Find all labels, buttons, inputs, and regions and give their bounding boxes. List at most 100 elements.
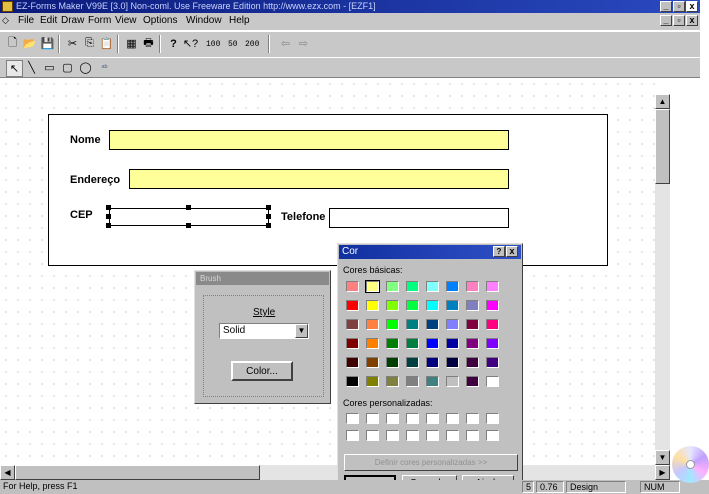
menu-help[interactable]: Help [229, 15, 250, 26]
hscroll-thumb[interactable] [15, 465, 260, 480]
field-telefone[interactable] [329, 208, 509, 228]
color-title-bar[interactable]: Cor ? x [339, 245, 521, 259]
undo-icon[interactable]: ⇦ [278, 36, 293, 51]
doc-close-button[interactable]: x [686, 15, 698, 26]
color-swatch[interactable] [346, 300, 359, 311]
color-swatch[interactable] [386, 376, 399, 387]
field-nome[interactable] [109, 130, 509, 150]
color-swatch[interactable] [386, 357, 399, 368]
custom-color-swatch[interactable] [486, 413, 499, 424]
color-swatch[interactable] [365, 280, 380, 293]
custom-color-swatch[interactable] [426, 413, 439, 424]
help-icon[interactable]: ? [166, 36, 181, 51]
redo-icon[interactable]: ⇨ [296, 36, 311, 51]
app-icon[interactable] [2, 1, 13, 12]
doc-restore-button[interactable]: ▫ [673, 15, 685, 26]
custom-color-swatch[interactable] [406, 413, 419, 424]
color-swatch[interactable] [406, 281, 419, 292]
menu-options[interactable]: Options [143, 15, 177, 26]
custom-color-swatch[interactable] [486, 430, 499, 441]
color-swatch[interactable] [426, 376, 439, 387]
custom-color-swatch[interactable] [446, 413, 459, 424]
scroll-right-button[interactable]: ▶ [655, 465, 670, 480]
resize-handle[interactable] [106, 223, 111, 228]
color-swatch[interactable] [386, 300, 399, 311]
custom-color-swatch[interactable] [346, 413, 359, 424]
resize-handle[interactable] [106, 214, 111, 219]
scroll-thumb[interactable] [655, 109, 670, 184]
color-swatch[interactable] [486, 376, 499, 387]
color-swatch[interactable] [406, 338, 419, 349]
color-swatch[interactable] [426, 357, 439, 368]
custom-color-swatch[interactable] [466, 430, 479, 441]
color-swatch[interactable] [406, 319, 419, 330]
menu-form[interactable]: Form [88, 15, 111, 26]
line-tool-icon[interactable]: ╲ [24, 60, 39, 75]
color-swatch[interactable] [486, 357, 499, 368]
custom-color-swatch[interactable] [366, 430, 379, 441]
color-swatch[interactable] [426, 300, 439, 311]
scroll-left-button[interactable]: ◀ [0, 465, 15, 480]
doc-minimize-button[interactable]: _ [660, 15, 672, 26]
color-swatch[interactable] [346, 319, 359, 330]
color-swatch[interactable] [386, 338, 399, 349]
color-swatch[interactable] [346, 357, 359, 368]
close-icon[interactable]: x [506, 246, 518, 257]
open-icon[interactable]: 📂 [22, 36, 37, 51]
color-swatch[interactable] [346, 281, 359, 292]
rectangle-tool-icon[interactable]: ▭ [42, 60, 57, 75]
minimize-button[interactable]: _ [660, 1, 672, 12]
print-icon[interactable]: 🖶 [141, 36, 156, 51]
brush-title-bar[interactable]: Brush [196, 272, 329, 285]
scroll-up-button[interactable]: ▲ [655, 94, 670, 109]
vertical-scrollbar[interactable]: ▲ ▼ [655, 94, 670, 465]
zoom-50-button[interactable]: 50 [228, 40, 238, 49]
color-swatch[interactable] [426, 338, 439, 349]
chevron-down-icon[interactable]: ▼ [295, 324, 308, 338]
color-swatch[interactable] [366, 376, 379, 387]
custom-color-swatch[interactable] [446, 430, 459, 441]
color-swatch[interactable] [446, 376, 459, 387]
resize-handle[interactable] [186, 205, 191, 210]
zoom-100-button[interactable]: 100 [206, 40, 220, 49]
custom-color-swatch[interactable] [426, 430, 439, 441]
color-swatch[interactable] [486, 319, 499, 330]
color-swatch[interactable] [466, 281, 479, 292]
close-button[interactable]: x [686, 1, 698, 12]
scroll-down-button[interactable]: ▼ [655, 450, 670, 465]
color-swatch[interactable] [466, 300, 479, 311]
form-frame[interactable]: Nome Endereço CEP Telefone [48, 114, 608, 266]
color-swatch[interactable] [406, 300, 419, 311]
color-swatch[interactable] [446, 319, 459, 330]
context-help-icon[interactable]: ↖? [183, 36, 198, 51]
help-icon[interactable]: ? [493, 246, 505, 257]
color-swatch[interactable] [466, 338, 479, 349]
color-swatch[interactable] [446, 281, 459, 292]
color-swatch[interactable] [466, 357, 479, 368]
menu-edit[interactable]: Edit [40, 15, 57, 26]
zoom-200-button[interactable]: 200 [245, 40, 259, 49]
color-swatch[interactable] [466, 319, 479, 330]
resize-handle[interactable] [186, 223, 191, 228]
custom-color-swatch[interactable] [386, 430, 399, 441]
color-swatch[interactable] [386, 319, 399, 330]
color-swatch[interactable] [386, 281, 399, 292]
cut-icon[interactable]: ✂ [65, 36, 80, 51]
rounded-rect-tool-icon[interactable]: ▢ [60, 60, 75, 75]
color-swatch[interactable] [426, 319, 439, 330]
preview-icon[interactable]: ▦ [124, 36, 139, 51]
horizontal-scrollbar[interactable]: ◀ ▶ [0, 465, 670, 480]
color-swatch[interactable] [366, 300, 379, 311]
color-swatch[interactable] [446, 300, 459, 311]
color-swatch[interactable] [366, 338, 379, 349]
custom-color-swatch[interactable] [386, 413, 399, 424]
resize-handle[interactable] [266, 205, 271, 210]
ellipse-tool-icon[interactable]: ◯ [78, 60, 93, 75]
custom-color-swatch[interactable] [466, 413, 479, 424]
field-endereco[interactable] [129, 169, 509, 189]
save-icon[interactable]: 💾 [40, 36, 55, 51]
new-icon[interactable]: 🗋 [5, 36, 20, 51]
color-swatch[interactable] [406, 376, 419, 387]
menu-view[interactable]: View [115, 15, 137, 26]
menu-file[interactable]: File [18, 15, 34, 26]
